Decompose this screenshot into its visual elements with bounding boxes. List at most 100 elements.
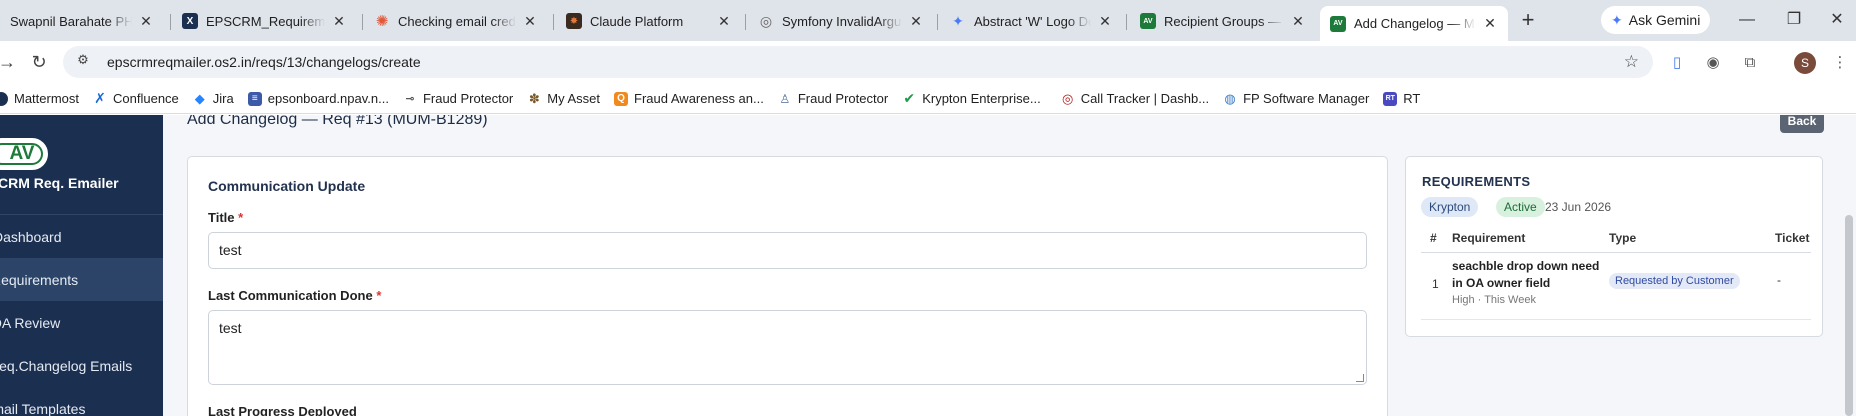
new-tab-button[interactable]: +	[1515, 8, 1541, 34]
close-icon[interactable]: ✕	[716, 13, 732, 30]
sidebar-item-requirements[interactable]: Requirements	[0, 258, 163, 301]
site-info-icon[interactable]: ⚙	[73, 52, 93, 72]
title-label: Title *	[208, 210, 243, 225]
browser-tab[interactable]: AV Recipient Groups — Ac ✕	[1130, 6, 1316, 36]
required-marker: *	[376, 288, 382, 303]
row-divider	[1421, 319, 1811, 320]
side-panel-icon[interactable]: ▯	[1667, 53, 1687, 73]
bookmark-label: Fraud Protector	[797, 91, 889, 106]
bookmark-epsonboard[interactable]: ≡ epsonboard.npav.n...	[247, 91, 389, 106]
section-title: Communication Update	[208, 178, 366, 194]
brand-name: CRM Req. Emailer	[0, 175, 119, 191]
type-badge: Requested by Customer	[1609, 273, 1740, 289]
bookmark-confluence[interactable]: ✗ Confluence	[93, 90, 179, 106]
bookmark-jira[interactable]: ◆ Jira	[193, 91, 234, 107]
gemini-icon: ✦	[1611, 11, 1623, 28]
browser-tab[interactable]: ✦ Abstract 'W' Logo Des ✕	[940, 6, 1123, 36]
browser-tab[interactable]: ✺ Checking email creden ✕	[364, 6, 548, 36]
tab-title: Swapnil Barahate PHP	[10, 13, 132, 29]
bookmark-my-asset[interactable]: ✽ My Asset	[527, 90, 601, 107]
asset-icon: ✽	[528, 90, 540, 106]
krypton-icon: ✔	[903, 90, 916, 106]
minimize-button[interactable]: —	[1727, 6, 1767, 34]
close-icon[interactable]: ✕	[1482, 15, 1498, 32]
tab-favicon: ✸	[566, 13, 582, 29]
title-input[interactable]: test	[208, 232, 1367, 269]
menu-icon[interactable]: ⋮	[1830, 53, 1850, 73]
ask-gemini-button[interactable]: ✦ Ask Gemini	[1601, 6, 1711, 34]
tab-favicon: ✺	[375, 13, 389, 30]
browser-tab-active[interactable]: AV Add Changelog — MU ✕	[1320, 6, 1508, 41]
close-icon[interactable]: ✕	[1290, 13, 1306, 30]
extensions-icon[interactable]: ⧉	[1740, 53, 1760, 73]
bookmark-star-icon[interactable]: ☆	[1624, 52, 1639, 72]
requirement-meta: High · This Week	[1452, 294, 1536, 306]
close-icon[interactable]: ✕	[331, 13, 347, 30]
bookmark-fraud-protector[interactable]: ⊸ Fraud Protector	[403, 91, 513, 106]
close-icon[interactable]: ✕	[908, 13, 924, 30]
bookmark-krypton[interactable]: ✔ Krypton Enterprise...	[902, 90, 1040, 106]
sidebar-item-qa-review[interactable]: QA Review	[0, 301, 154, 344]
requirement-date: 23 Jun 2026	[1545, 200, 1612, 214]
sidebar-item-email-templates[interactable]: Email Templates	[0, 387, 146, 416]
last-communication-label: Last Communication Done *	[208, 288, 381, 303]
page-title: Add Changelog — Req #13 (MUM-B1289)	[187, 115, 488, 128]
page-scrollbar[interactable]	[1845, 215, 1853, 416]
tab-favicon: ◎	[759, 12, 773, 29]
bookmark-label: Call Tracker | Dashb...	[1080, 91, 1210, 106]
browser-tab[interactable]: ✸ Claude Platform ✕	[556, 6, 742, 36]
address-bar[interactable]: ⚙ epscrmreqmailer.os2.in/reqs/13/changel…	[63, 46, 1653, 78]
back-button[interactable]: Back	[1780, 115, 1824, 133]
tab-divider	[937, 14, 938, 30]
close-window-button[interactable]: ✕	[1817, 6, 1856, 34]
tab-favicon: X	[182, 13, 198, 29]
browser-tab[interactable]: Swapnil Barahate PHP ✕	[0, 6, 164, 36]
screenshot-icon[interactable]: ◉	[1703, 53, 1723, 73]
bookmark-fp-software-manager[interactable]: ◍ FP Software Manager	[1223, 90, 1369, 107]
doc-icon: ≡	[247, 91, 262, 106]
mattermost-icon	[0, 91, 8, 106]
close-icon[interactable]: ✕	[522, 13, 538, 30]
sidebar-item-changelog-emails[interactable]: Req.Changelog Emails	[0, 344, 152, 387]
tab-title: Recipient Groups — Ac	[1164, 13, 1284, 29]
last-communication-label-text: Last Communication Done	[208, 288, 373, 303]
bookmark-fraud-protector-2[interactable]: ♙ Fraud Protector	[778, 91, 888, 106]
tab-title: Symfony InvalidArgum	[782, 13, 902, 29]
bookmark-fraud-awareness[interactable]: Q Fraud Awareness an...	[614, 91, 764, 106]
url-text: epscrmreqmailer.os2.in/reqs/13/changelog…	[107, 54, 421, 70]
app-logo: AV	[0, 138, 48, 170]
last-communication-textarea[interactable]: test	[208, 310, 1367, 385]
fp-manager-icon: ◍	[1224, 90, 1236, 106]
tab-favicon: ✦	[952, 12, 964, 29]
browser-tab[interactable]: X EPSCRM_Requirement ✕	[172, 6, 357, 36]
row-number: 1	[1432, 277, 1439, 291]
sidebar-item-dashboard[interactable]: Dashboard	[0, 215, 156, 258]
fraud-protector-icon: ⊸	[405, 93, 415, 105]
resize-handle-icon[interactable]	[1356, 374, 1364, 382]
fraud-protector-icon: ♙	[779, 91, 791, 106]
browser-tab[interactable]: ◎ Symfony InvalidArgum ✕	[748, 6, 934, 36]
tab-title: Checking email creden	[398, 13, 516, 29]
changelog-form-card: Communication Update Title * test Last C…	[187, 156, 1388, 416]
column-header: Requirement	[1452, 231, 1526, 245]
close-icon[interactable]: ✕	[138, 13, 154, 30]
bookmark-rt[interactable]: RT RT	[1383, 91, 1420, 106]
bookmark-mattermost[interactable]: Mattermost	[0, 91, 79, 106]
bookmark-label: epsonboard.npav.n...	[267, 91, 389, 106]
restore-button[interactable]: ❐	[1774, 6, 1814, 34]
forward-icon[interactable]: →	[0, 49, 20, 75]
tab-favicon: AV	[1330, 15, 1346, 32]
header-divider	[1421, 252, 1811, 253]
sidebar-item-label: Dashboard	[0, 228, 62, 245]
status-badge: Active	[1496, 197, 1545, 217]
bookmark-label: My Asset	[547, 91, 601, 106]
tab-title: Claude Platform	[590, 13, 684, 29]
reload-icon[interactable]: ↻	[26, 49, 52, 75]
last-progress-label: Last Progress Deployed	[208, 404, 357, 416]
bookmark-call-tracker[interactable]: ◎ Call Tracker | Dashb...	[1061, 90, 1210, 107]
profile-avatar[interactable]: S	[1794, 52, 1816, 74]
title-label-text: Title	[208, 210, 235, 225]
tab-divider	[1126, 14, 1127, 30]
call-tracker-icon: ◎	[1062, 90, 1074, 106]
close-icon[interactable]: ✕	[1097, 13, 1113, 30]
